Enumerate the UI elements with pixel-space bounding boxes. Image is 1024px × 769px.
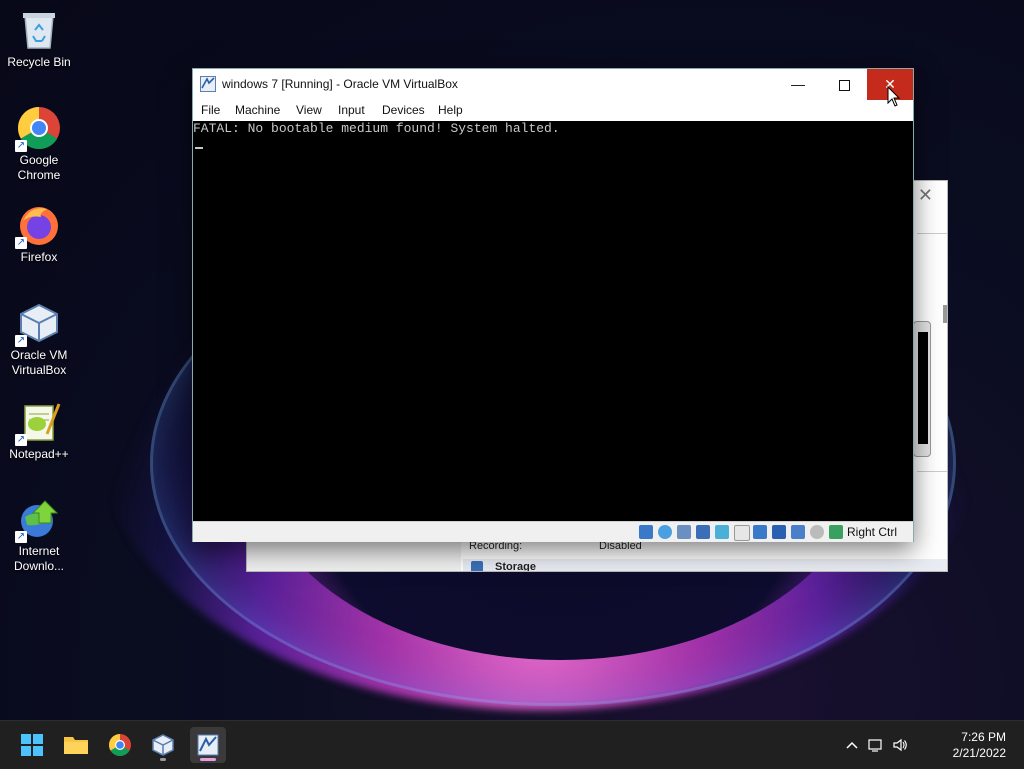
preview-panel xyxy=(913,321,931,457)
virtualbox-vm-icon xyxy=(200,76,216,92)
network-icon[interactable] xyxy=(696,525,710,539)
menu-help[interactable]: Help xyxy=(438,103,463,117)
divider xyxy=(917,471,947,472)
chrome-icon: ↗ xyxy=(15,106,61,152)
desktop-icon-label: Firefox xyxy=(20,250,58,264)
folder-icon xyxy=(64,737,88,754)
desktop-icon-label: Recycle Bin xyxy=(7,55,71,69)
desktop-icon-recycle-bin[interactable]: Recycle Bin xyxy=(4,8,74,70)
firefox-icon: ↗ xyxy=(15,203,61,249)
show-hidden-icons-chevron-icon[interactable] xyxy=(844,737,860,753)
vm-display[interactable]: FATAL: No bootable medium found! System … xyxy=(193,121,913,521)
menu-view[interactable]: View xyxy=(296,103,322,117)
chrome-icon xyxy=(109,734,131,756)
vm-menubar: File Machine View Input Devices Help xyxy=(193,100,913,121)
mouse-pointer-icon xyxy=(887,85,901,108)
minimize-button[interactable]: — xyxy=(775,69,821,100)
shortcut-arrow-icon: ↗ xyxy=(15,140,27,152)
divider xyxy=(917,233,947,234)
cpu-virtualization-icon[interactable] xyxy=(791,525,805,539)
minimize-icon: — xyxy=(791,76,805,92)
host-key-label: Right Ctrl xyxy=(847,525,898,539)
taskbar-virtualbox-vm-window[interactable] xyxy=(190,727,226,763)
close-icon[interactable]: ✕ xyxy=(918,185,933,206)
volume-icon[interactable] xyxy=(892,737,908,753)
preview-screen xyxy=(918,332,928,444)
menu-input[interactable]: Input xyxy=(338,103,365,117)
taskbar-oracle-vm-virtualbox[interactable] xyxy=(145,727,181,763)
vm-window-title: windows 7 [Running] - Oracle VM VirtualB… xyxy=(222,77,458,91)
desktop-icon-virtualbox[interactable]: ↗ Oracle VM VirtualBox xyxy=(4,301,74,378)
shared-folders-icon[interactable] xyxy=(734,525,750,541)
display-icon[interactable] xyxy=(753,525,767,539)
desktop-icon-label: Google Chrome xyxy=(17,153,61,182)
recycle-bin-icon xyxy=(17,8,61,52)
desktop-icon-label: Internet Downlo... xyxy=(13,544,65,573)
maximize-button[interactable] xyxy=(821,69,867,100)
audio-icon[interactable] xyxy=(677,525,691,539)
shortcut-arrow-icon: ↗ xyxy=(15,434,27,446)
text-cursor xyxy=(195,147,203,149)
video-capture-icon[interactable] xyxy=(772,525,786,539)
menu-file[interactable]: File xyxy=(201,103,220,117)
hard-disk-icon[interactable] xyxy=(639,525,653,539)
desktop-icon-label: Oracle VM VirtualBox xyxy=(10,348,68,377)
start-button[interactable] xyxy=(14,727,50,763)
menu-devices[interactable]: Devices xyxy=(382,103,425,117)
taskbar: 7:26 PM 2/21/2022 xyxy=(0,720,1024,769)
desktop-icon-internet-download-manager[interactable]: ↗ Internet Downlo... xyxy=(4,497,74,574)
system-tray: 7:26 PM 2/21/2022 xyxy=(824,721,1024,769)
windows-logo-icon xyxy=(21,734,43,756)
menu-machine[interactable]: Machine xyxy=(235,103,280,117)
optical-drive-icon[interactable] xyxy=(658,525,672,539)
shortcut-arrow-icon: ↗ xyxy=(15,335,27,347)
active-indicator xyxy=(200,758,216,761)
storage-icon xyxy=(471,561,483,571)
clock[interactable]: 7:26 PM 2/21/2022 xyxy=(953,729,1006,761)
sidebar-strip xyxy=(247,541,461,571)
scrollbar-thumb[interactable] xyxy=(943,305,947,323)
shortcut-arrow-icon: ↗ xyxy=(15,531,27,543)
desktop-icon-notepad-plus-plus[interactable]: ↗ Notepad++ xyxy=(4,400,74,462)
taskbar-google-chrome[interactable] xyxy=(102,727,138,763)
desktop-icon-google-chrome[interactable]: ↗ Google Chrome xyxy=(4,106,74,183)
network-icon[interactable] xyxy=(868,737,884,753)
shortcut-arrow-icon: ↗ xyxy=(15,237,27,249)
storage-section-header[interactable]: Storage xyxy=(463,559,947,571)
notepad-plus-plus-icon: ↗ xyxy=(15,400,61,446)
usb-icon[interactable] xyxy=(715,525,729,539)
console-output: FATAL: No bootable medium found! System … xyxy=(193,121,560,136)
vm-statusbar: Right Ctrl xyxy=(193,521,913,542)
vm-titlebar[interactable]: windows 7 [Running] - Oracle VM VirtualB… xyxy=(193,69,913,100)
internet-download-manager-icon: ↗ xyxy=(15,497,61,543)
clock-time: 7:26 PM xyxy=(961,730,1006,744)
mouse-integration-icon[interactable] xyxy=(810,525,824,539)
virtualbox-icon: ↗ xyxy=(15,301,61,347)
maximize-icon xyxy=(838,79,850,91)
taskbar-file-explorer[interactable] xyxy=(58,727,94,763)
desktop-icon-label: Notepad++ xyxy=(9,447,69,461)
keyboard-capture-icon[interactable] xyxy=(829,525,843,539)
desktop-icon-firefox[interactable]: ↗ Firefox xyxy=(4,203,74,265)
storage-section-label: Storage xyxy=(495,561,536,571)
clock-date: 2/21/2022 xyxy=(952,746,1006,760)
running-indicator xyxy=(160,758,166,761)
vm-window: windows 7 [Running] - Oracle VM VirtualB… xyxy=(192,68,914,542)
